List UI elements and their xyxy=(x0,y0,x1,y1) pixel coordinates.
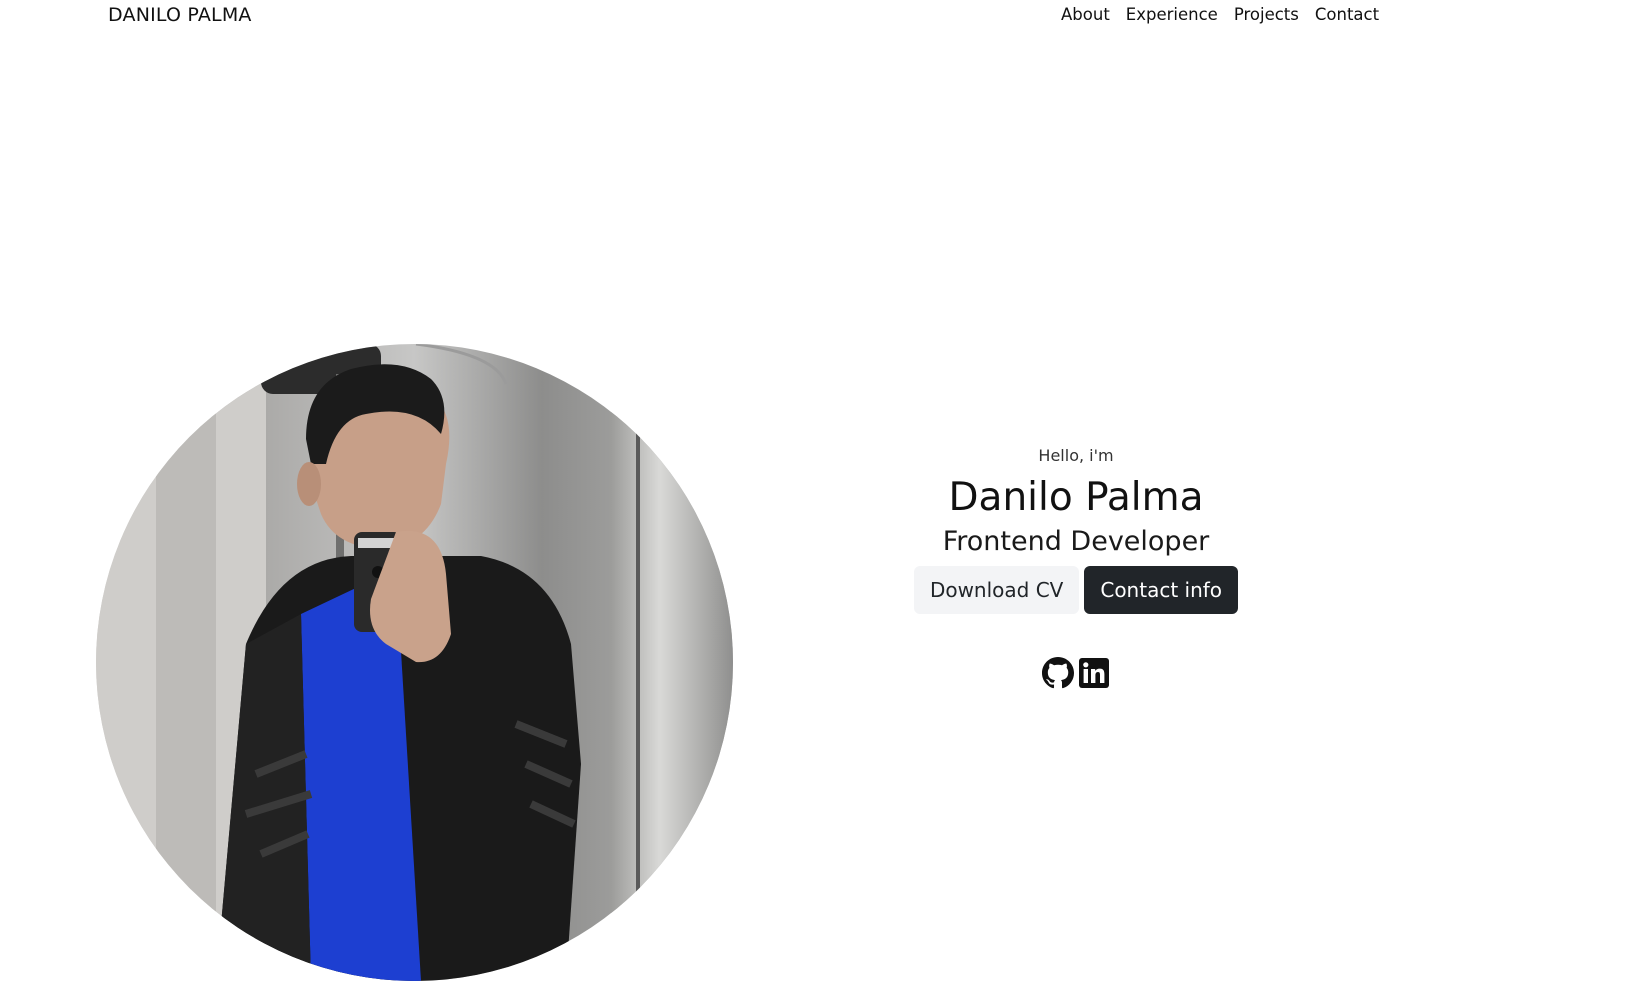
nav-link-contact[interactable]: Contact xyxy=(1315,5,1379,24)
hero-name: Danilo Palma xyxy=(948,475,1204,520)
download-cv-button[interactable]: Download CV xyxy=(913,566,1080,614)
github-icon[interactable] xyxy=(1042,657,1074,689)
nav-link-projects[interactable]: Projects xyxy=(1234,5,1299,24)
site-logo[interactable]: DANILO PALMA xyxy=(108,4,252,26)
profile-photo xyxy=(96,344,733,981)
hero-buttons: Download CV Contact info xyxy=(826,566,1326,614)
linkedin-icon[interactable] xyxy=(1078,657,1110,689)
greeting-text: Hello, i'm xyxy=(1038,446,1114,465)
nav-link-experience[interactable]: Experience xyxy=(1126,5,1218,24)
hero-intro: Hello, i'm Danilo Palma Frontend Develop… xyxy=(826,440,1326,689)
top-navbar: DANILO PALMA About Experience Projects C… xyxy=(0,0,1651,34)
nav-link-about[interactable]: About xyxy=(1061,5,1110,24)
nav-links: About Experience Projects Contact xyxy=(1061,5,1379,24)
contact-info-button[interactable]: Contact info xyxy=(1084,566,1239,614)
hero-title: Frontend Developer xyxy=(942,526,1210,557)
social-links xyxy=(826,657,1326,689)
